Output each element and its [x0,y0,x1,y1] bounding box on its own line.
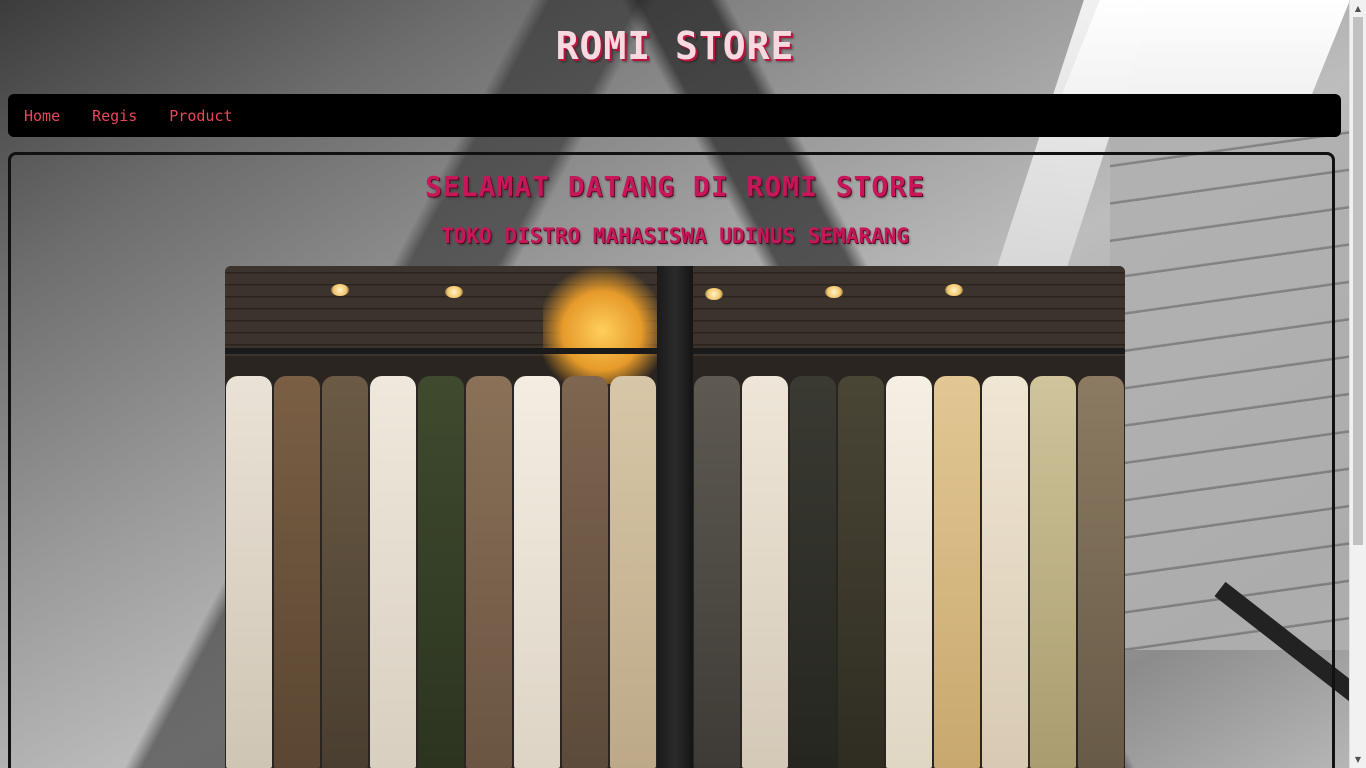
garment [886,376,932,768]
scrollbar-thumb[interactable] [1353,17,1363,545]
garment [466,376,512,768]
hero-ceiling-light [945,284,963,296]
hero-window-frame [657,266,693,768]
welcome-heading: SELAMAT DATANG DI ROMI STORE [424,170,925,203]
hero-lamp-glow [543,266,661,384]
garment [934,376,980,768]
hero-image-clothing-rack [225,266,1125,768]
garment [322,376,368,768]
navbar: Home Regis Product [8,94,1341,137]
welcome-subheading: TOKO DISTRO MAHASISWA UDINUS SEMARANG [441,224,909,248]
scroll-up-arrow-icon[interactable]: ▲ [1350,0,1366,17]
garment [370,376,416,768]
hero-ceiling-light [825,286,843,298]
garment [694,376,740,768]
hero-ceiling-light [331,284,349,296]
garment [562,376,608,768]
nav-link-product[interactable]: Product [169,103,232,129]
hero-ceiling-light [445,286,463,298]
scroll-down-arrow-icon[interactable]: ▼ [1350,751,1366,768]
garment [514,376,560,768]
nav-link-home[interactable]: Home [24,103,60,129]
garment [1030,376,1076,768]
garment [418,376,464,768]
garment [838,376,884,768]
hero-ceiling-light [705,288,723,300]
garment [274,376,320,768]
garment [742,376,788,768]
garment [226,376,272,768]
vertical-scrollbar[interactable]: ▲ ▼ [1349,0,1366,768]
nav-link-regis[interactable]: Regis [92,103,137,129]
garment [982,376,1028,768]
garment [1078,376,1124,768]
garment [790,376,836,768]
garment [610,376,656,768]
site-title: ROMI STORE [555,24,795,68]
